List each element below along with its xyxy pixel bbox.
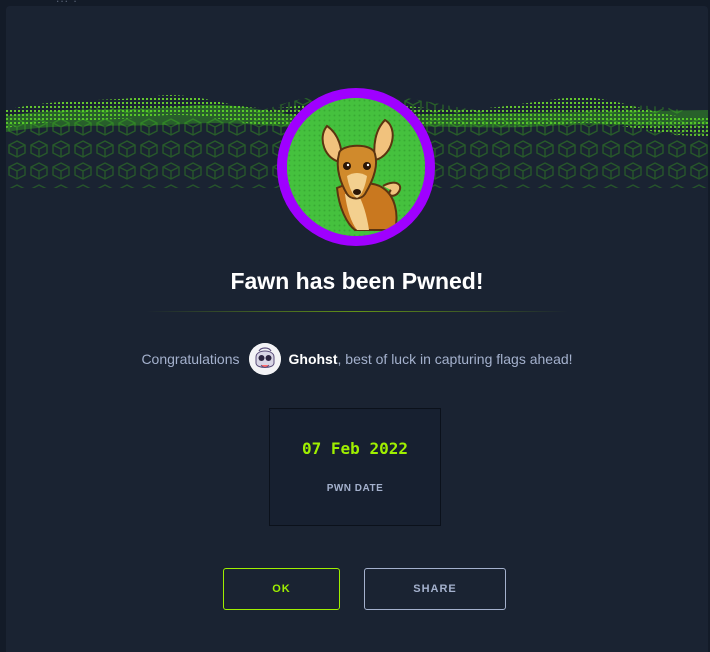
pwn-date-value: 07 Feb 2022	[302, 439, 408, 458]
share-button[interactable]: SHARE	[364, 568, 506, 610]
username: Ghohst	[288, 351, 338, 367]
pwned-modal: Fawn has been Pwned! Congratulations Gho…	[6, 6, 708, 652]
background-peek-text: ... .	[56, 0, 78, 5]
title-divider	[146, 311, 568, 312]
page-title: Fawn has been Pwned!	[230, 268, 484, 294]
machine-avatar	[277, 88, 435, 246]
pwn-date-label: PWN DATE	[326, 483, 384, 494]
congrats-prefix: Congratulations	[141, 351, 240, 367]
fawn-deer-icon	[287, 98, 425, 236]
user-avatar-icon	[248, 343, 281, 375]
ok-button[interactable]: OK	[223, 568, 340, 610]
congrats-suffix: , best of luck in capturing flags ahead!	[337, 351, 573, 367]
pwn-date-card: 07 Feb 2022 PWN DATE	[269, 408, 441, 526]
congratulations-message: Congratulations Ghohst , best of luck in…	[6, 342, 708, 376]
